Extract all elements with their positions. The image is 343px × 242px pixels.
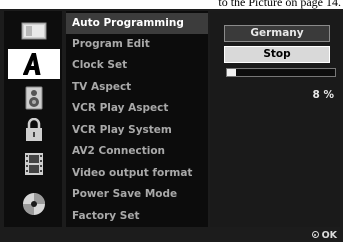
manual-caption: to the Picture on page 14. <box>0 0 343 9</box>
menu-item-program-edit[interactable]: Program Edit <box>66 34 208 55</box>
menu-item-av2-connection[interactable]: AV2 Connection <box>66 141 208 162</box>
menu-item-factory-set[interactable]: Factory Set <box>66 206 208 227</box>
speaker-icon <box>25 86 43 110</box>
menu-item-auto-programming[interactable]: Auto Programming <box>66 13 208 34</box>
caption-text: to the Picture on page 14. <box>218 0 341 9</box>
setup-menu-list: Auto Programming Program Edit Clock Set … <box>66 11 208 227</box>
scan-progress-percent: 8 % <box>312 89 334 101</box>
film-icon <box>25 153 43 175</box>
monitor-icon <box>21 22 47 40</box>
auto-programming-panel: Germany Stop 8 % <box>210 11 340 227</box>
menu-item-video-output-format[interactable]: Video output format <box>66 163 208 184</box>
menu-item-vcr-play-aspect[interactable]: VCR Play Aspect <box>66 98 208 119</box>
category-video[interactable] <box>8 149 60 179</box>
setup-menu-screen: Auto Programming Program Edit Clock Set … <box>0 9 343 242</box>
ok-hint: OK <box>311 230 337 241</box>
menu-item-tv-aspect[interactable]: TV Aspect <box>66 77 208 98</box>
category-disc[interactable] <box>8 189 60 219</box>
category-lock[interactable] <box>8 115 60 145</box>
menu-item-vcr-play-system[interactable]: VCR Play System <box>66 120 208 141</box>
menu-item-clock-set[interactable]: Clock Set <box>66 55 208 76</box>
language-a-icon <box>23 53 41 75</box>
disc-icon <box>23 193 45 215</box>
menu-item-power-save-mode[interactable]: Power Save Mode <box>66 184 208 205</box>
stop-button[interactable]: Stop <box>224 46 330 63</box>
bottom-hint-bar: OK <box>0 230 343 242</box>
scan-progress-fill <box>227 69 236 76</box>
ok-label: OK <box>321 230 337 241</box>
country-button[interactable]: Germany <box>224 25 330 42</box>
scan-progress-bar <box>226 68 336 77</box>
ok-button-icon <box>311 231 319 238</box>
category-icon-column <box>4 11 62 227</box>
category-language[interactable] <box>8 49 60 79</box>
category-monitor[interactable] <box>8 17 60 47</box>
category-audio[interactable] <box>8 83 60 113</box>
lock-icon <box>26 118 42 141</box>
